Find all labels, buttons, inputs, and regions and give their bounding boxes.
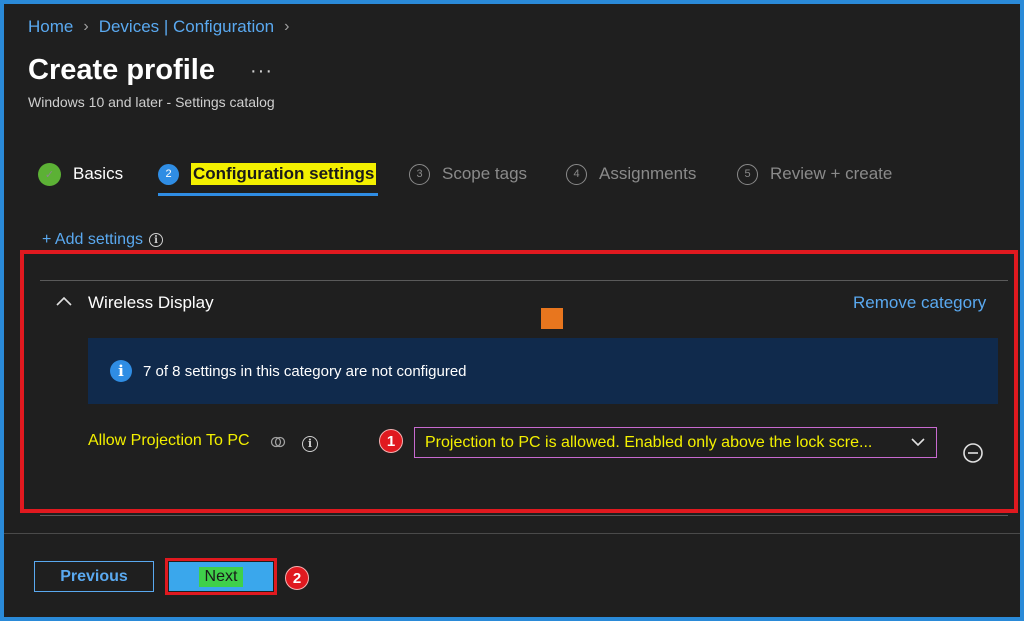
breadcrumb: Home › Devices | Configuration ›	[28, 17, 299, 37]
page-subtitle: Windows 10 and later - Settings catalog	[28, 94, 275, 110]
step-label: Configuration settings	[191, 163, 377, 185]
step-assignments[interactable]: 4 Assignments	[566, 160, 696, 188]
step-label: Review + create	[770, 164, 893, 183]
step-label: Scope tags	[442, 164, 528, 183]
add-settings-link[interactable]: + Add settings i	[42, 231, 163, 249]
step-label: Basics	[73, 164, 124, 183]
divider	[40, 515, 1008, 516]
step-review-create[interactable]: 5 Review + create	[737, 160, 892, 188]
add-settings-label: + Add settings	[42, 231, 143, 248]
chevron-right-icon: ›	[284, 18, 290, 35]
step-number: 4	[566, 163, 587, 185]
step-number: 2	[158, 163, 179, 185]
annotation-highlight-box	[20, 250, 1018, 513]
step-label: Assignments	[599, 164, 697, 183]
next-button-label: Next	[198, 566, 244, 587]
step-scope-tags[interactable]: 3 Scope tags	[409, 160, 527, 188]
more-options-button[interactable]: ···	[250, 60, 273, 83]
wizard-steps: ✓ Basics 2 Configuration settings 3 Scop…	[38, 160, 938, 196]
active-step-underline	[158, 193, 378, 196]
breadcrumb-home-link[interactable]: Home	[28, 17, 73, 37]
footer-divider	[4, 533, 1020, 534]
annotation-badge-2: 2	[285, 566, 309, 590]
step-number: 5	[737, 163, 758, 185]
step-configuration-settings[interactable]: 2 Configuration settings	[158, 160, 377, 188]
step-number: 3	[409, 163, 430, 185]
next-button[interactable]: Next	[169, 562, 273, 591]
step-basics[interactable]: ✓ Basics	[38, 160, 123, 188]
previous-button[interactable]: Previous	[34, 561, 154, 592]
chevron-right-icon: ›	[83, 18, 89, 35]
checkmark-icon: ✓	[38, 162, 61, 186]
page-title: Create profile	[28, 54, 215, 86]
breadcrumb-devices-link[interactable]: Devices | Configuration	[99, 17, 274, 37]
info-icon[interactable]: i	[148, 233, 163, 247]
